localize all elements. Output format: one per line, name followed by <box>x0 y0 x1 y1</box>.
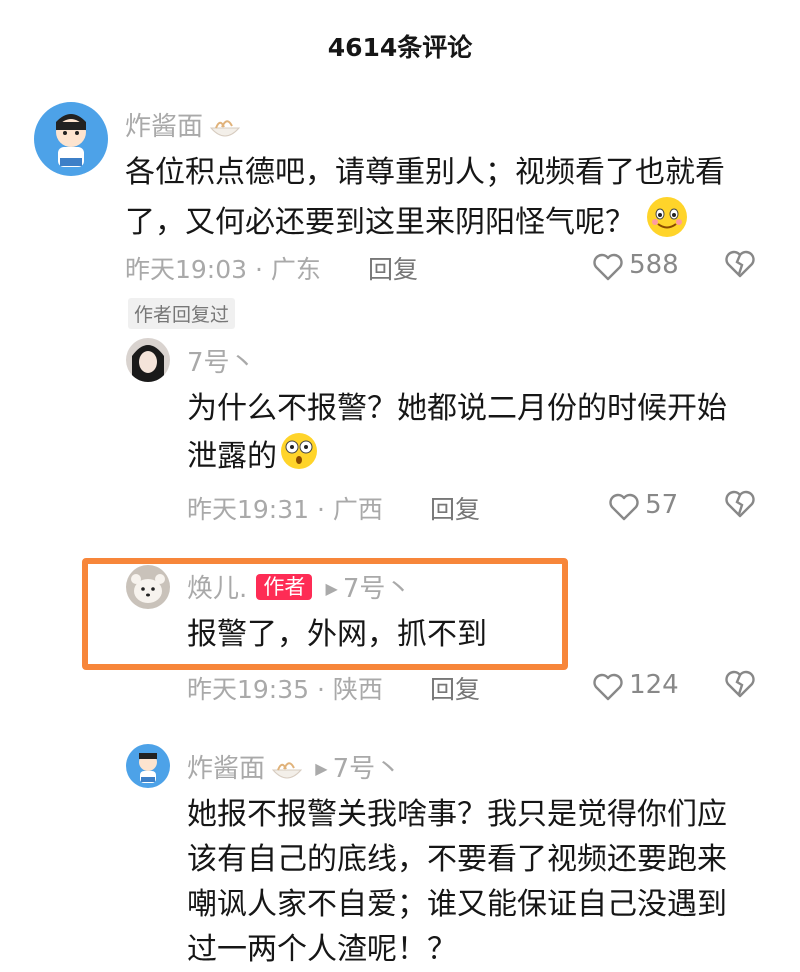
author-badge: 作者 <box>256 574 313 600</box>
comment-line: 为什么不报警？她都说二月份的时候开始 <box>187 391 727 426</box>
broken-heart-icon[interactable] <box>724 670 756 702</box>
avatar[interactable] <box>126 744 170 788</box>
comment-line: 泄露的 <box>187 431 727 484</box>
reply-button[interactable]: 回复 <box>430 490 480 526</box>
comment-meta: 昨天19:35 · 陕西 <box>187 675 383 704</box>
comment-text: 报警了，外网，抓不到 <box>187 612 487 657</box>
avatar[interactable] <box>126 338 170 382</box>
like-count: 124 <box>629 670 679 700</box>
comment-header: 焕儿. 作者 ▶ 7号丶 <box>187 568 411 605</box>
comment-line: 各位积点德吧，请尊重别人；视频看了也就看 <box>125 155 725 190</box>
comment-line: 报警了，外网，抓不到 <box>187 617 487 652</box>
comment-meta: 昨天19:03 · 广东 <box>125 255 321 284</box>
author-replied-tag: 作者回复过 <box>128 298 236 329</box>
heart-icon <box>608 493 640 525</box>
comment-line: 嘲讽人家不自爱；谁又能保证自己没遇到 <box>187 887 727 922</box>
reply-button[interactable]: 回复 <box>430 670 480 706</box>
smile-emoji-icon <box>645 195 689 252</box>
username[interactable]: 焕儿. <box>187 574 247 604</box>
comment-meta: 昨天19:31 · 广西 <box>187 495 383 524</box>
comment-line: 该有自己的底线，不要看了视频还要跑来 <box>187 842 727 877</box>
like-button[interactable]: 124 <box>592 670 679 705</box>
noodle-emoji-icon <box>208 116 242 146</box>
comment-text: 各位积点德吧，请尊重别人；视频看了也就看 了，又何必还要到这里来阴阳怪气呢？ <box>125 150 725 252</box>
username[interactable]: 7号丶 <box>187 342 256 379</box>
page-title: 4614条评论 <box>327 33 473 62</box>
broken-heart-icon[interactable] <box>724 490 756 522</box>
comment-line: 过一两个人渣呢！？ <box>187 932 457 967</box>
comment-text: 为什么不报警？她都说二月份的时候开始 泄露的 <box>187 386 727 484</box>
reply-to-username[interactable]: 7号丶 <box>343 574 412 604</box>
username[interactable]: 炸酱面 <box>125 112 203 142</box>
comment-text: 她报不报警关我啥事？我只是觉得你们应 该有自己的底线，不要看了视频还要跑来 嘲讽… <box>187 792 727 972</box>
reply-to-username[interactable]: 7号丶 <box>333 754 402 784</box>
comment-line: 她报不报警关我啥事？我只是觉得你们应 <box>187 797 727 832</box>
reply-button[interactable]: 回复 <box>368 250 418 286</box>
comment-line: 了，又何必还要到这里来阴阳怪气呢？ <box>125 195 725 252</box>
like-button[interactable]: 588 <box>592 250 679 285</box>
avatar[interactable] <box>34 102 108 176</box>
heart-icon <box>592 253 624 285</box>
like-count: 57 <box>645 490 679 520</box>
comment-header: 炸酱面 <box>125 106 242 146</box>
broken-heart-icon[interactable] <box>724 250 756 282</box>
avatar[interactable] <box>126 565 170 609</box>
like-button[interactable]: 57 <box>608 490 678 525</box>
comment-header: 炸酱面 ▶ 7号丶 <box>187 748 401 788</box>
noodle-emoji-icon <box>270 758 304 788</box>
heart-icon <box>592 673 624 705</box>
like-count: 588 <box>629 250 679 280</box>
username[interactable]: 炸酱面 <box>187 754 265 784</box>
shocked-emoji-icon <box>279 431 319 484</box>
reply-arrow-icon: ▶ <box>315 759 328 778</box>
reply-arrow-icon: ▶ <box>325 579 338 598</box>
